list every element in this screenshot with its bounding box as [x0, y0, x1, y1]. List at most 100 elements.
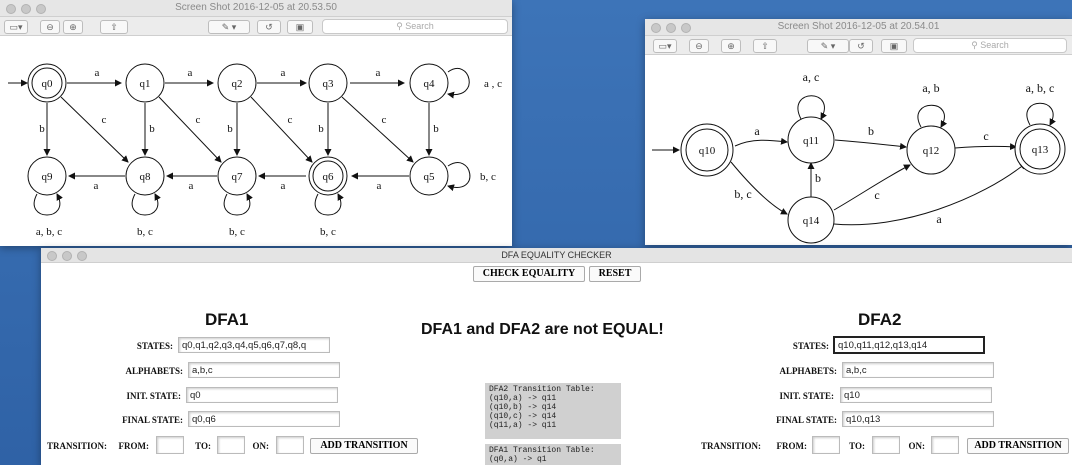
- dfa2-init-state-input[interactable]: q10: [840, 387, 992, 403]
- state-label: q11: [803, 135, 819, 147]
- edge-label: b: [433, 123, 439, 135]
- state-label: q4: [424, 78, 436, 90]
- dfa1-transition-label: TRANSITION:: [46, 441, 107, 451]
- edge-label: b: [149, 123, 155, 135]
- search-input[interactable]: ⚲ Search: [322, 19, 508, 34]
- dfa2-final-state-input[interactable]: q10,q13: [842, 411, 994, 427]
- sidebar-toggle-button[interactable]: ▭▾: [653, 39, 677, 53]
- edge-label: c: [983, 129, 988, 143]
- zoom-in-button[interactable]: ⊕: [63, 20, 83, 34]
- search-input[interactable]: ⚲ Search: [913, 38, 1067, 53]
- dfa2-heading: DFA2: [858, 310, 902, 329]
- edge-label: a: [936, 212, 942, 226]
- state-label: q3: [323, 78, 335, 90]
- edge-label: b, c: [734, 187, 751, 201]
- dfa2-on-input[interactable]: [931, 436, 959, 454]
- dfa2-final-state-label: FINAL STATE:: [776, 415, 837, 425]
- preview-window-1[interactable]: Screen Shot 2016-12-05 at 20.53.50 ▭▾ ⊖ …: [0, 0, 512, 246]
- state-label: q14: [803, 215, 820, 227]
- zoom-out-button[interactable]: ⊖: [40, 20, 60, 34]
- dfa1-on-label: ON:: [252, 441, 270, 451]
- app-titlebar[interactable]: DFA EQUALITY CHECKER: [41, 248, 1072, 263]
- edge-label: a, c: [803, 70, 820, 84]
- dfa1-init-state-label: INIT. STATE:: [126, 391, 181, 401]
- state-label: q7: [232, 171, 244, 183]
- dfa1-from-input[interactable]: [156, 436, 184, 454]
- window-1-traffic-lights[interactable]: [6, 4, 46, 14]
- share-button[interactable]: ⇧: [753, 39, 777, 53]
- window-2-titlebar[interactable]: Screen Shot 2016-12-05 at 20.54.01: [645, 19, 1072, 36]
- markup-button[interactable]: ✎ ▾: [208, 20, 250, 34]
- window-1-titlebar[interactable]: Screen Shot 2016-12-05 at 20.53.50: [0, 0, 512, 17]
- edge-label: b, c: [320, 226, 336, 238]
- app-traffic-lights[interactable]: [47, 251, 87, 261]
- dfa2-transition-label: TRANSITION:: [700, 441, 761, 451]
- state-label: q13: [1032, 144, 1049, 156]
- dfa1-states-input[interactable]: q0,q1,q2,q3,q4,q5,q6,q7,q8,q: [178, 337, 330, 353]
- dfa1-to-input[interactable]: [217, 436, 245, 454]
- zoom-in-button[interactable]: ⊕: [721, 39, 741, 53]
- edge-label: a: [188, 67, 193, 79]
- edge-label: b: [318, 123, 324, 135]
- dfa2-init-state-label: INIT. STATE:: [779, 391, 834, 401]
- toolbox-button[interactable]: ▣: [881, 39, 907, 53]
- check-equality-button[interactable]: CHECK EQUALITY: [473, 266, 585, 282]
- edge-label: b: [815, 171, 821, 185]
- edge-label: a: [281, 180, 286, 192]
- markup-button[interactable]: ✎ ▾: [807, 39, 849, 53]
- state-label: q10: [699, 145, 716, 157]
- dfa2-transition-table: DFA2 Transition Table: (q10,a) -> q11 (q…: [485, 383, 621, 439]
- sidebar-toggle-button[interactable]: ▭▾: [4, 20, 28, 34]
- state-label: q5: [424, 171, 436, 183]
- dfa1-alphabets-input[interactable]: a,b,c: [188, 362, 340, 378]
- dfa2-to-input[interactable]: [872, 436, 900, 454]
- edge-label: a, b, c: [36, 226, 62, 238]
- dfa2-states-label: STATES:: [792, 341, 829, 351]
- reset-button[interactable]: RESET: [589, 266, 641, 282]
- edge-label: c: [874, 188, 879, 202]
- zoom-out-button[interactable]: ⊖: [689, 39, 709, 53]
- window-2-title: Screen Shot 2016-12-05 at 20.54.01: [777, 21, 940, 32]
- state-label: q1: [140, 78, 151, 90]
- search-icon: ⚲: [971, 40, 981, 50]
- dfa2-to-label: TO:: [849, 441, 865, 451]
- window-1-canvas: q0 q1 q2 q3 q4 q9 q8 q7 q6 q5 a a a a a …: [0, 36, 512, 246]
- state-label: q8: [140, 171, 152, 183]
- dfa2-diagram: q10 q11 q12 q13 q14 a b c b, c b c a a, …: [652, 70, 1066, 244]
- preview-window-2[interactable]: Screen Shot 2016-12-05 at 20.54.01 ▭▾ ⊖ …: [645, 19, 1072, 245]
- edge-label: b: [227, 123, 233, 135]
- edge-label: a: [94, 180, 99, 192]
- edge-label: c: [288, 114, 293, 126]
- dfa1-on-input[interactable]: [276, 436, 304, 454]
- share-button[interactable]: ⇧: [100, 20, 128, 34]
- dfa1-final-state-input[interactable]: q0,q6: [188, 411, 340, 427]
- window-2-toolbar: ▭▾ ⊖ ⊕ ⇧ ✎ ▾ ↺ ▣ ⚲ Search: [645, 36, 1072, 55]
- edge-label: a: [377, 180, 382, 192]
- edge-label: a, b: [922, 81, 939, 95]
- dfa1-from-label: FROM:: [118, 441, 150, 451]
- window-2-traffic-lights[interactable]: [651, 23, 691, 33]
- edge-label: b, c: [229, 226, 245, 238]
- app-title: DFA EQUALITY CHECKER: [501, 250, 612, 260]
- window-2-canvas: q10 q11 q12 q13 q14 a b c b, c b c a a, …: [645, 55, 1072, 245]
- dfa2-from-label: FROM:: [776, 441, 808, 451]
- state-label: q0: [42, 78, 54, 90]
- dfa2-from-input[interactable]: [812, 436, 840, 454]
- edge-label: a: [281, 67, 286, 79]
- edge-label: a: [95, 67, 100, 79]
- dfa2-add-transition-button[interactable]: ADD TRANSITION: [967, 438, 1069, 454]
- window-1-title: Screen Shot 2016-12-05 at 20.53.50: [175, 2, 337, 13]
- dfa1-add-transition-button[interactable]: ADD TRANSITION: [310, 438, 418, 454]
- dfa2-alphabets-input[interactable]: a,b,c: [842, 362, 994, 378]
- toolbox-button[interactable]: ▣: [287, 20, 313, 34]
- dfa2-alphabets-label: ALPHABETS:: [779, 366, 837, 376]
- dfa2-states-input[interactable]: q10,q11,q12,q13,q14: [833, 336, 985, 354]
- dfa1-init-state-input[interactable]: q0: [186, 387, 338, 403]
- dfa-checker-window[interactable]: DFA EQUALITY CHECKER CHECK EQUALITY RESE…: [41, 248, 1072, 465]
- state-label: q12: [923, 145, 940, 157]
- rotate-button[interactable]: ↺: [257, 20, 281, 34]
- edge-label: c: [102, 114, 107, 126]
- window-1-toolbar: ▭▾ ⊖ ⊕ ⇧ ✎ ▾ ↺ ▣ ⚲ Search: [0, 17, 512, 36]
- rotate-button[interactable]: ↺: [849, 39, 873, 53]
- search-icon: ⚲: [396, 21, 406, 31]
